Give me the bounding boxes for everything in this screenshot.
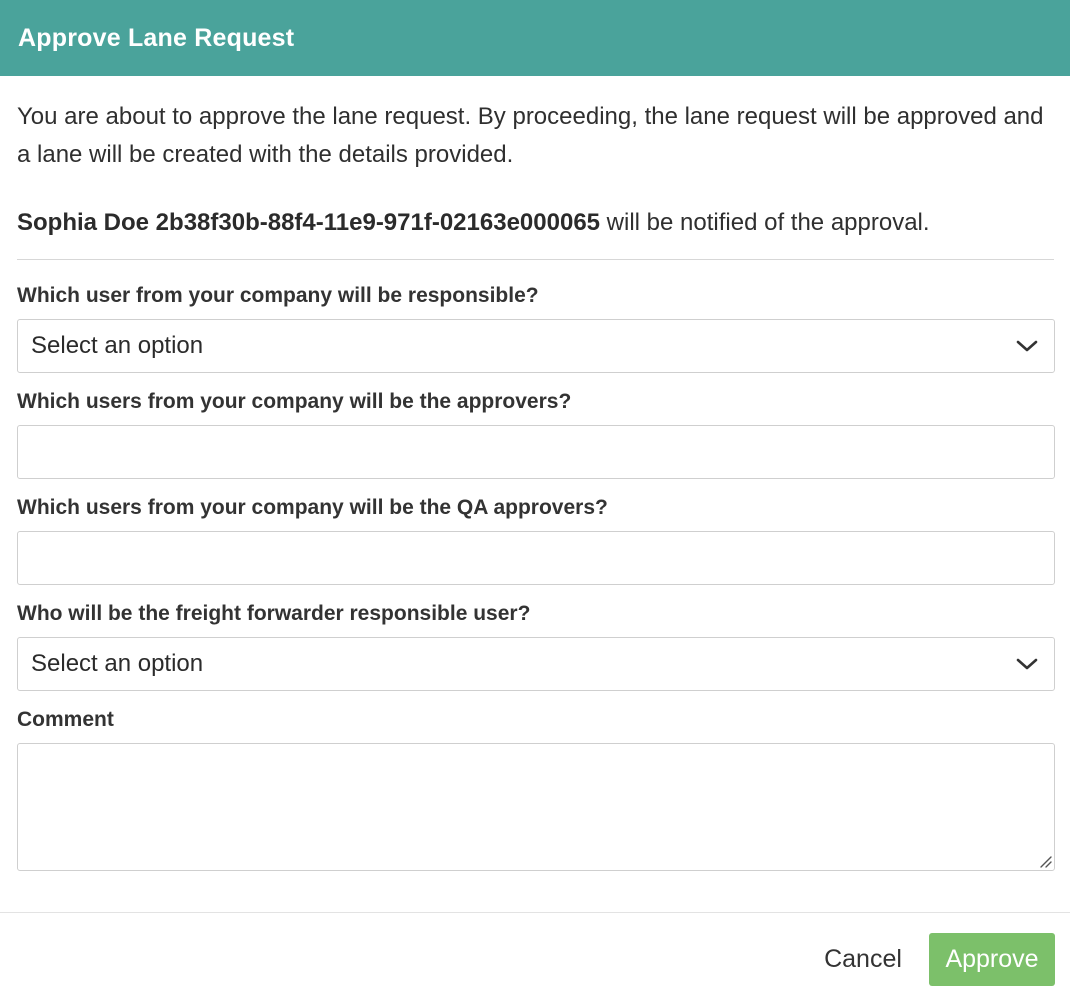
approve-lane-dialog: Approve Lane Request You are about to ap… (0, 0, 1070, 996)
comment-textarea[interactable] (17, 743, 1055, 871)
chevron-down-icon (1016, 658, 1038, 670)
responsible-select-value: Select an option (31, 332, 204, 359)
approve-button[interactable]: Approve (929, 933, 1055, 986)
forwarder-select[interactable]: Select an option (17, 637, 1055, 691)
cancel-button[interactable]: Cancel (812, 933, 914, 986)
forwarder-label: Who will be the freight forwarder respon… (17, 602, 531, 625)
dialog-body: You are about to approve the lane reques… (0, 98, 1070, 871)
notify-suffix: will be notified of the approval. (600, 209, 930, 236)
chevron-down-icon (1016, 340, 1038, 352)
intro-text: You are about to approve the lane reques… (17, 103, 1044, 168)
comment-label: Comment (17, 708, 114, 731)
responsible-select[interactable]: Select an option (17, 319, 1055, 373)
notify-recipient: Sophia Doe 2b38f30b-88f4-11e9-971f-02163… (17, 209, 601, 236)
approvers-label: Which users from your company will be th… (17, 390, 572, 413)
footer-divider (0, 912, 1070, 913)
notify-text: Sophia Doe 2b38f30b-88f4-11e9-971f-02163… (17, 208, 1054, 238)
approvers-input[interactable] (17, 425, 1055, 479)
qa-approvers-label: Which users from your company will be th… (17, 496, 608, 519)
divider (17, 259, 1054, 260)
forwarder-select-value: Select an option (31, 650, 204, 677)
responsible-label: Which user from your company will be res… (17, 284, 539, 307)
qa-approvers-input[interactable] (17, 531, 1055, 585)
dialog-title: Approve Lane Request (18, 23, 295, 52)
resize-grip-icon[interactable] (1038, 854, 1052, 868)
dialog-header: Approve Lane Request (0, 0, 1070, 76)
